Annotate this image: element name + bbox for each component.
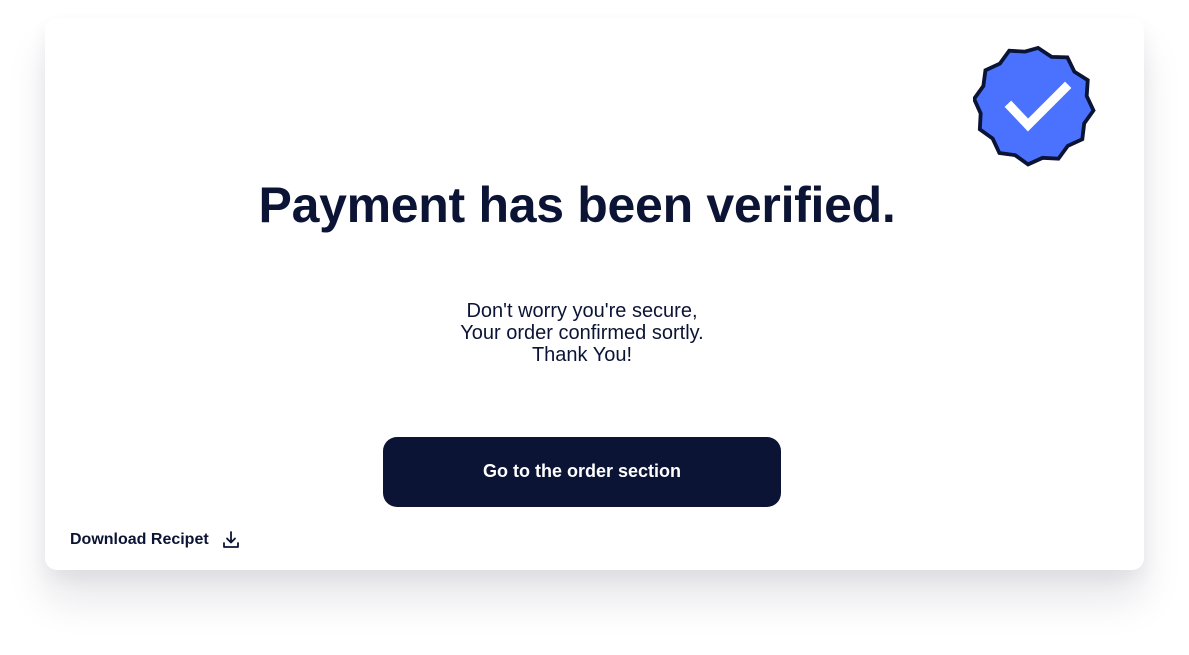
- message-line: Don't worry you're secure,: [466, 300, 698, 322]
- payment-verified-card: Payment has been verified. Don't worry y…: [45, 18, 1144, 570]
- verified-badge-icon: [973, 45, 1096, 167]
- message-line: Your order confirmed sortly.: [460, 322, 704, 344]
- download-receipt-link[interactable]: Download Recipet: [70, 530, 241, 550]
- confirmation-message: Don't worry you're secure, Your order co…: [45, 300, 1119, 366]
- download-icon: [222, 531, 239, 548]
- page-title: Payment has been verified.: [258, 177, 896, 233]
- message-line: Thank You!: [531, 344, 633, 366]
- go-to-order-section-button[interactable]: Go to the order section: [383, 437, 781, 507]
- download-receipt-label: Download Recipet: [70, 531, 209, 548]
